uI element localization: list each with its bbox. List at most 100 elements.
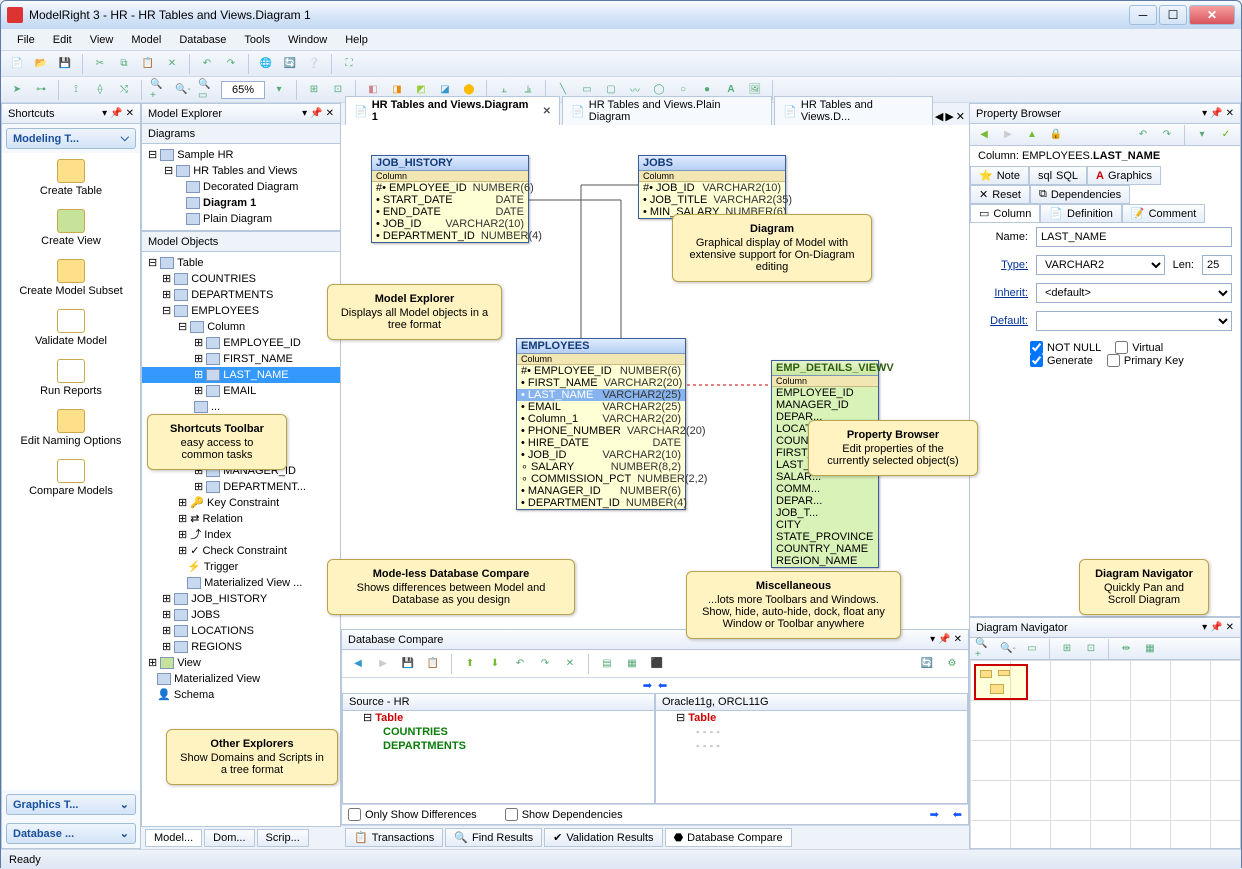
- diagrams-tree[interactable]: ⊟ Sample HR ⊟ HR Tables and Views Decora…: [142, 144, 340, 230]
- dbc-redo-icon[interactable]: ↷: [535, 654, 555, 674]
- nav-grid2-icon[interactable]: ⊡: [1081, 639, 1101, 659]
- len-input[interactable]: [1202, 255, 1232, 275]
- pb-apply-icon[interactable]: ✓: [1216, 125, 1236, 145]
- entity-job-history[interactable]: JOB_HISTORY Column #• EMPLOYEE_IDNUMBER(…: [371, 155, 529, 243]
- pb-dropdown-icon[interactable]: ▾: [1202, 108, 1207, 119]
- pb-tab-note[interactable]: ⭐ Note: [970, 166, 1029, 185]
- shortcut-run-reports[interactable]: Run Reports: [2, 353, 140, 403]
- name-input[interactable]: [1036, 227, 1232, 247]
- dbc-back-icon[interactable]: ◀: [348, 654, 368, 674]
- tab-close-icon[interactable]: ✕: [543, 106, 551, 117]
- zoom-dropdown-icon[interactable]: ▾: [269, 80, 289, 100]
- zoom-in-icon[interactable]: 🔍+: [149, 80, 169, 100]
- dbc-undo-icon[interactable]: ↶: [510, 654, 530, 674]
- chk-generate[interactable]: Generate: [1030, 354, 1093, 367]
- dbc-delete-icon[interactable]: ✕: [560, 654, 580, 674]
- tab-db-compare[interactable]: ⬣ Database Compare: [665, 828, 792, 847]
- shortcut-compare-models[interactable]: Compare Models: [2, 453, 140, 503]
- me-dropdown-icon[interactable]: ▾: [302, 108, 307, 119]
- nav-h-icon[interactable]: ⇹: [1116, 639, 1136, 659]
- pb-undo-icon[interactable]: ↶: [1133, 125, 1153, 145]
- grid-icon[interactable]: ⊞: [304, 80, 324, 100]
- menu-window[interactable]: Window: [280, 32, 335, 48]
- nav-dropdown-icon[interactable]: ▾: [1202, 622, 1207, 633]
- zoom-input[interactable]: [221, 81, 265, 99]
- shortcut-create-view[interactable]: Create View: [2, 203, 140, 253]
- chk-notnull[interactable]: NOT NULL: [1030, 341, 1101, 354]
- pb-lock-icon[interactable]: 🔒: [1046, 125, 1066, 145]
- pb-pin-icon[interactable]: 📌: [1210, 108, 1222, 119]
- dbc-left-pane[interactable]: Source - HR ⊟ Table COUNTRIES DEPARTMENT…: [342, 693, 655, 804]
- pb-tab-sql[interactable]: sql SQL: [1029, 166, 1087, 185]
- inherit-select[interactable]: <default>: [1036, 283, 1232, 303]
- redo-icon[interactable]: ↷: [221, 54, 241, 74]
- default-select[interactable]: [1036, 311, 1232, 331]
- dbc-close-icon[interactable]: ✕: [954, 634, 962, 645]
- dbc-list-icon[interactable]: ▤: [597, 654, 617, 674]
- menu-model[interactable]: Model: [123, 32, 169, 48]
- undo-icon[interactable]: ↶: [197, 54, 217, 74]
- new-icon[interactable]: 📄: [7, 54, 27, 74]
- section-database[interactable]: Database ...⌄: [6, 823, 136, 844]
- link2-icon[interactable]: ⟠: [90, 80, 110, 100]
- globe-icon[interactable]: 🌐: [256, 54, 276, 74]
- dbc-settings-icon[interactable]: ⚙: [942, 654, 962, 674]
- tab-diagram-trunc[interactable]: 📄 HR Tables and Views.D...: [774, 96, 933, 125]
- pb-tab-comment[interactable]: 📝 Comment: [1122, 204, 1205, 223]
- delete-icon[interactable]: ✕: [162, 54, 182, 74]
- tab-transactions[interactable]: 📋 Transactions: [345, 828, 443, 847]
- titlebar[interactable]: ModelRight 3 - HR - HR Tables and Views.…: [1, 1, 1241, 29]
- tab-model[interactable]: Model...: [145, 829, 202, 847]
- pb-back-icon[interactable]: ◀: [974, 125, 994, 145]
- tab-scripts[interactable]: Scrip...: [257, 829, 309, 847]
- relation-a-icon[interactable]: ⊶: [31, 80, 51, 100]
- pb-dd-icon[interactable]: ▾: [1192, 125, 1212, 145]
- help-icon[interactable]: ❔: [304, 54, 324, 74]
- nav-grid3-icon[interactable]: ▦: [1140, 639, 1160, 659]
- pb-tab-definition[interactable]: 📄 Definition: [1040, 204, 1122, 223]
- diagram-canvas[interactable]: JOB_HISTORY Column #• EMPLOYEE_IDNUMBER(…: [341, 125, 969, 629]
- close-panel-icon[interactable]: ✕: [126, 108, 134, 119]
- fullscreen-icon[interactable]: ⛶: [339, 54, 359, 74]
- dbc-down-icon[interactable]: ⬇: [485, 654, 505, 674]
- pin2-icon[interactable]: 📌: [110, 108, 122, 119]
- tab-plain-diagram[interactable]: 📄 HR Tables and Views.Plain Diagram: [562, 96, 772, 125]
- only-diff-checkbox[interactable]: Only Show Differences: [348, 808, 477, 821]
- tab-nav-right-icon[interactable]: ▶: [945, 110, 953, 123]
- pb-redo-icon[interactable]: ↷: [1157, 125, 1177, 145]
- entity-employees[interactable]: EMPLOYEES Column #• EMPLOYEE_IDNUMBER(6)…: [516, 338, 686, 510]
- shortcut-create-model-subset[interactable]: Create Model Subset: [2, 253, 140, 303]
- entity-jobs[interactable]: JOBS Column #• JOB_IDVARCHAR2(10) • JOB_…: [638, 155, 786, 219]
- me-close-icon[interactable]: ✕: [326, 108, 334, 119]
- zoom-fit-icon[interactable]: 🔍▭: [197, 80, 217, 100]
- cut-icon[interactable]: ✂: [90, 54, 110, 74]
- menu-help[interactable]: Help: [337, 32, 376, 48]
- navigator-canvas[interactable]: [970, 660, 1240, 848]
- dbc-up-icon[interactable]: ⬆: [460, 654, 480, 674]
- shortcut-create-table[interactable]: Create Table: [2, 153, 140, 203]
- dbc-dropdown-icon[interactable]: ▾: [930, 634, 935, 645]
- pb-fwd-icon[interactable]: ▶: [998, 125, 1018, 145]
- dbc-detail-icon[interactable]: ▦: [622, 654, 642, 674]
- dbc-pin-icon[interactable]: 📌: [938, 634, 950, 645]
- nav-pin-icon[interactable]: 📌: [1210, 622, 1222, 633]
- pb-tab-column[interactable]: ▭ Column: [970, 204, 1040, 223]
- open-icon[interactable]: 📂: [31, 54, 51, 74]
- nav-close-icon[interactable]: ✕: [1226, 622, 1234, 633]
- pb-up-icon[interactable]: ▲: [1022, 125, 1042, 145]
- menu-database[interactable]: Database: [171, 32, 234, 48]
- pb-tab-deps[interactable]: ⧉ Dependencies: [1030, 185, 1130, 204]
- dbc-right-pane[interactable]: Oracle11g, ORCL11G ⊟ Table - - - - - - -…: [655, 693, 968, 804]
- menu-edit[interactable]: Edit: [45, 32, 80, 48]
- nav-zoomout-icon[interactable]: 🔍-: [998, 639, 1018, 659]
- dbc-arrow-right2-icon[interactable]: ➡: [930, 808, 939, 821]
- minimize-button[interactable]: ─: [1129, 5, 1157, 25]
- shortcut-edit-naming[interactable]: Edit Naming Options: [2, 403, 140, 453]
- section-modeling[interactable]: Modeling T...⌵: [6, 128, 136, 149]
- dbc-highlight-icon[interactable]: ⬛: [647, 654, 667, 674]
- link1-icon[interactable]: ⟟: [66, 80, 86, 100]
- save-icon[interactable]: 💾: [55, 54, 75, 74]
- chk-virtual[interactable]: Virtual: [1115, 341, 1163, 354]
- shortcut-validate-model[interactable]: Validate Model: [2, 303, 140, 353]
- me-pin-icon[interactable]: 📌: [310, 108, 322, 119]
